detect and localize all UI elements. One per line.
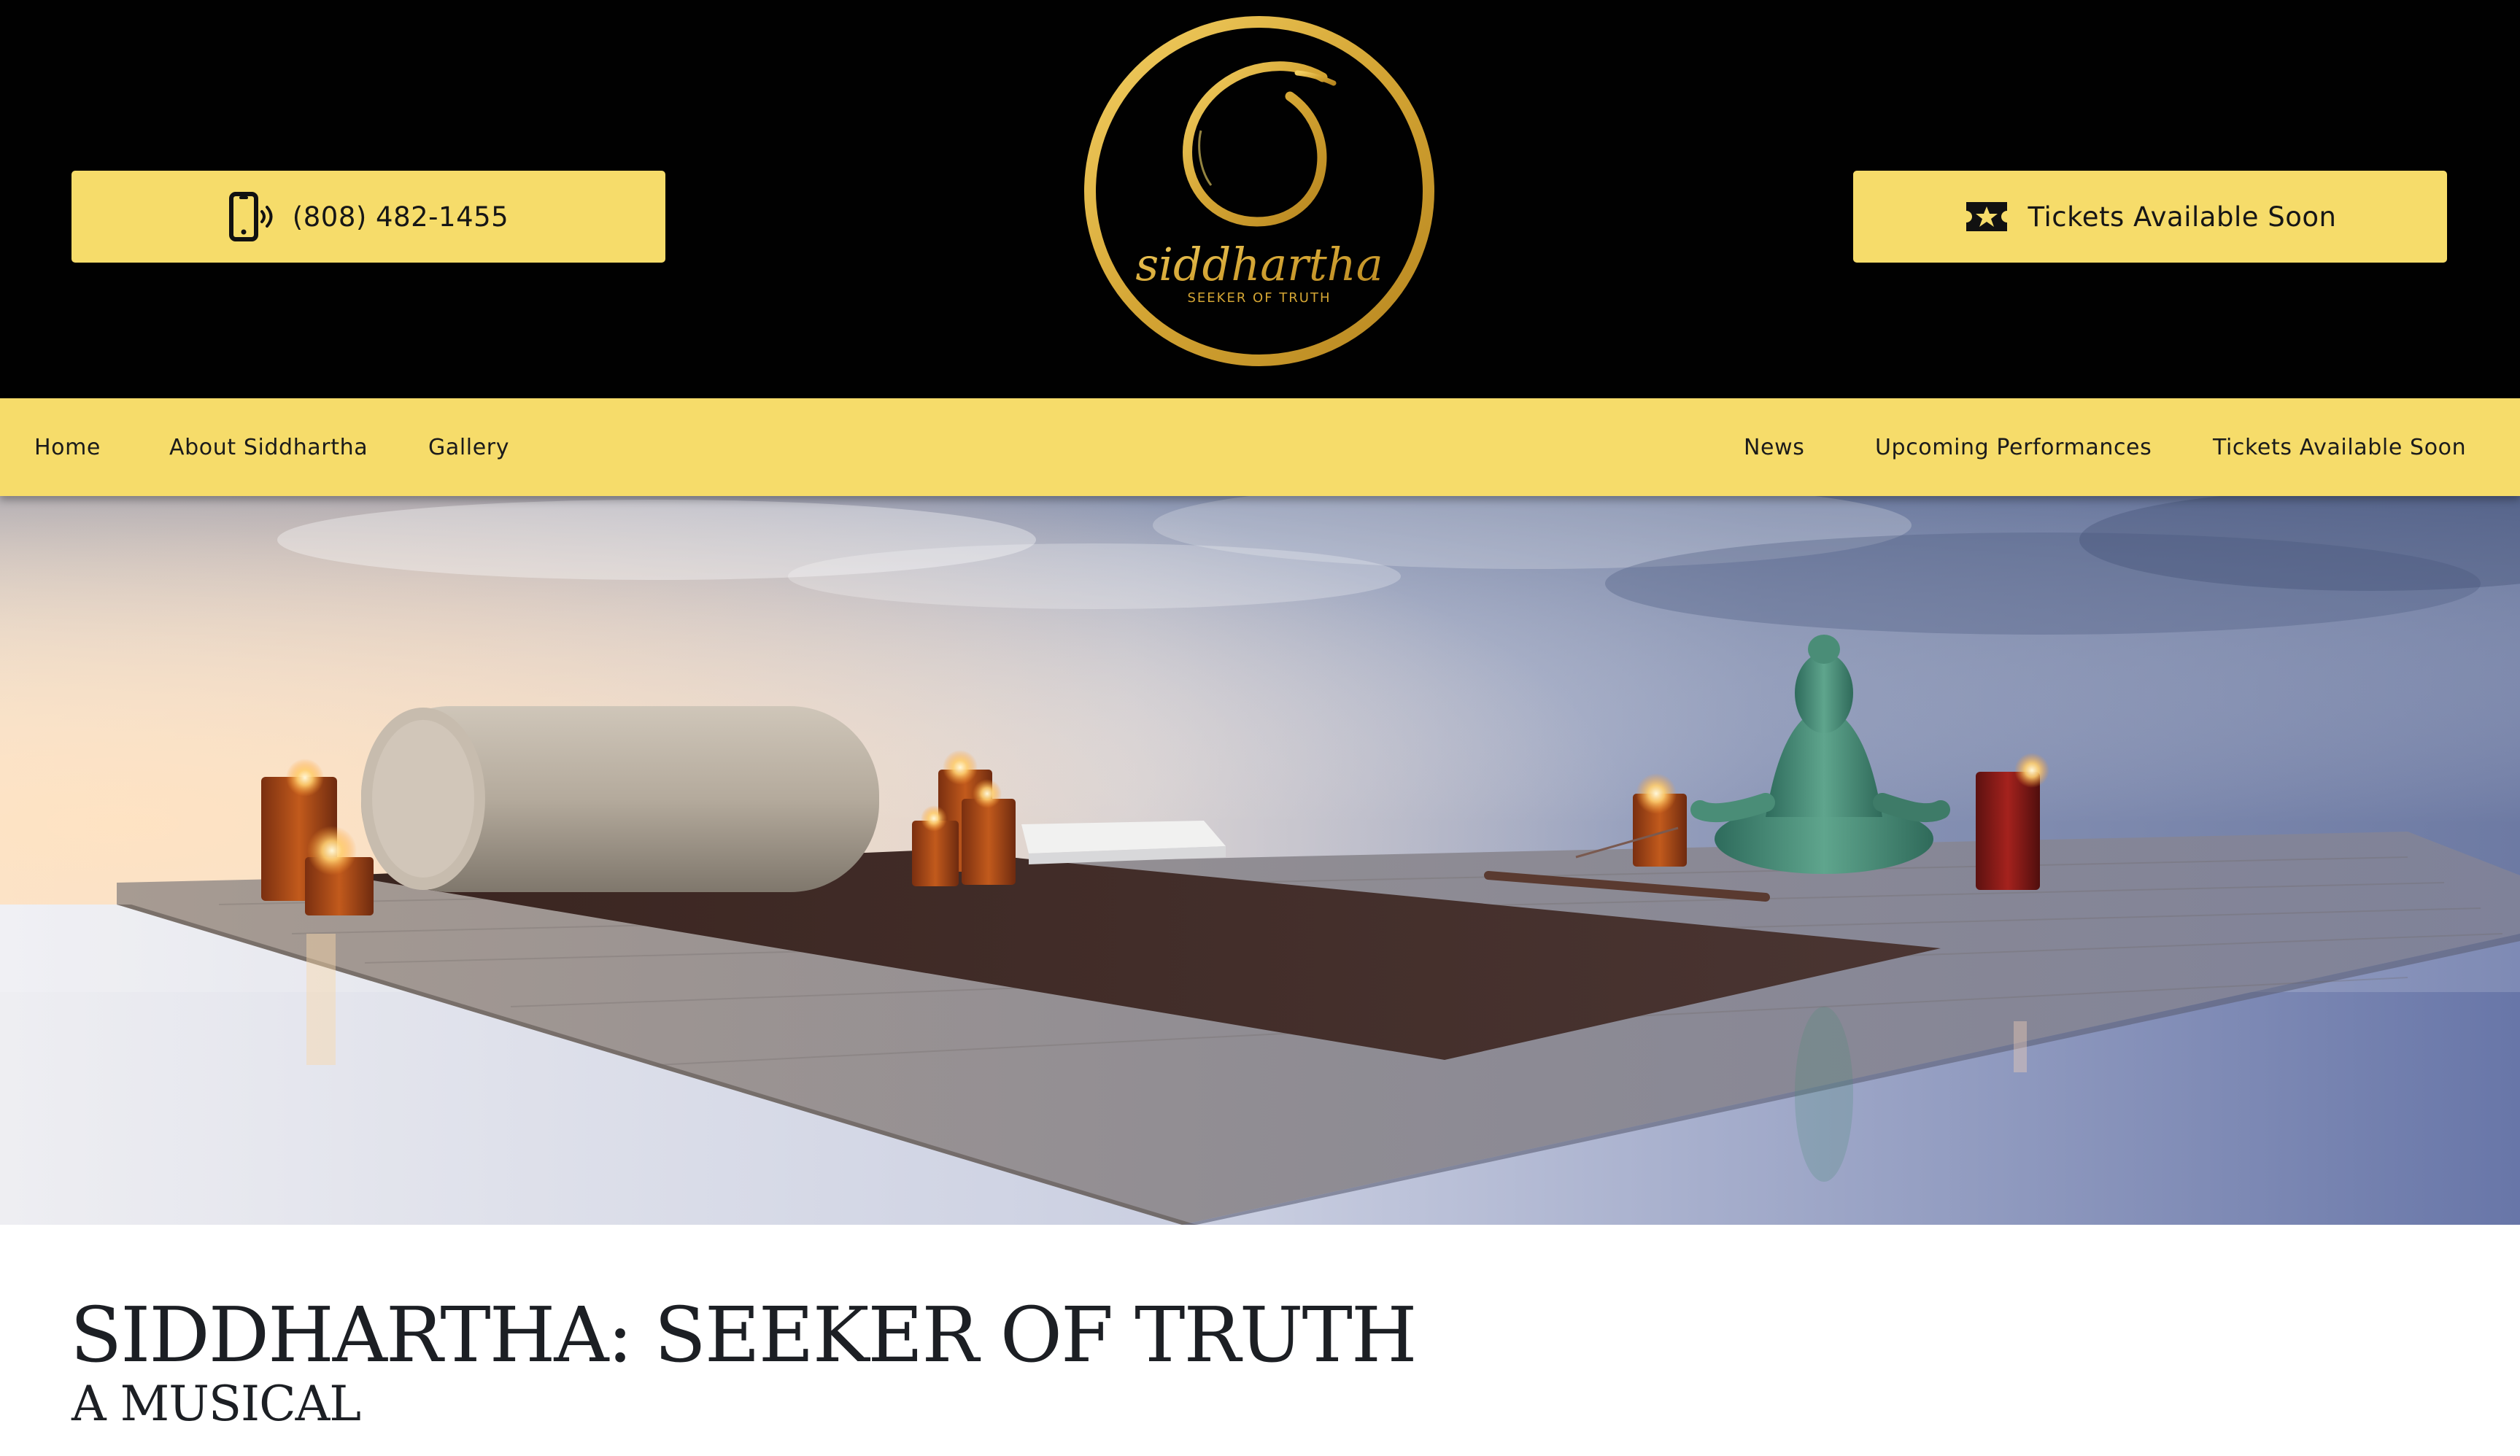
nav-item-tickets-available-soon[interactable]: Tickets Available Soon <box>2213 398 2466 496</box>
site-header: (808) 482-1455 siddhartha SEEKER OF TRUT… <box>0 0 2520 398</box>
page-subtitle: A MUSICAL <box>71 1376 361 1432</box>
nav-item-upcoming-performances[interactable]: Upcoming Performances <box>1875 398 2152 496</box>
nav-item-home[interactable]: Home <box>34 398 101 496</box>
phone-icon <box>228 192 274 241</box>
phone-button[interactable]: (808) 482-1455 <box>71 171 665 263</box>
page-title: SIDDHARTHA: SEEKER OF TRUTH <box>70 1290 1418 1379</box>
nav-item-news[interactable]: News <box>1744 398 1804 496</box>
tickets-button[interactable]: Tickets Available Soon <box>1853 171 2447 263</box>
main-nav: Home About Siddhartha Gallery News Upcom… <box>0 398 2520 496</box>
ticket-icon <box>1964 199 2009 234</box>
tickets-label: Tickets Available Soon <box>2028 201 2337 233</box>
site-logo[interactable]: siddhartha SEEKER OF TRUTH <box>1078 10 1440 372</box>
svg-text:siddhartha: siddhartha <box>1135 238 1383 291</box>
nav-item-about-siddhartha[interactable]: About Siddhartha <box>169 398 368 496</box>
nav-item-gallery[interactable]: Gallery <box>428 398 509 496</box>
hero-image <box>0 496 2520 1225</box>
svg-text:SEEKER OF TRUTH: SEEKER OF TRUTH <box>1187 290 1331 306</box>
phone-number: (808) 482-1455 <box>292 201 509 233</box>
